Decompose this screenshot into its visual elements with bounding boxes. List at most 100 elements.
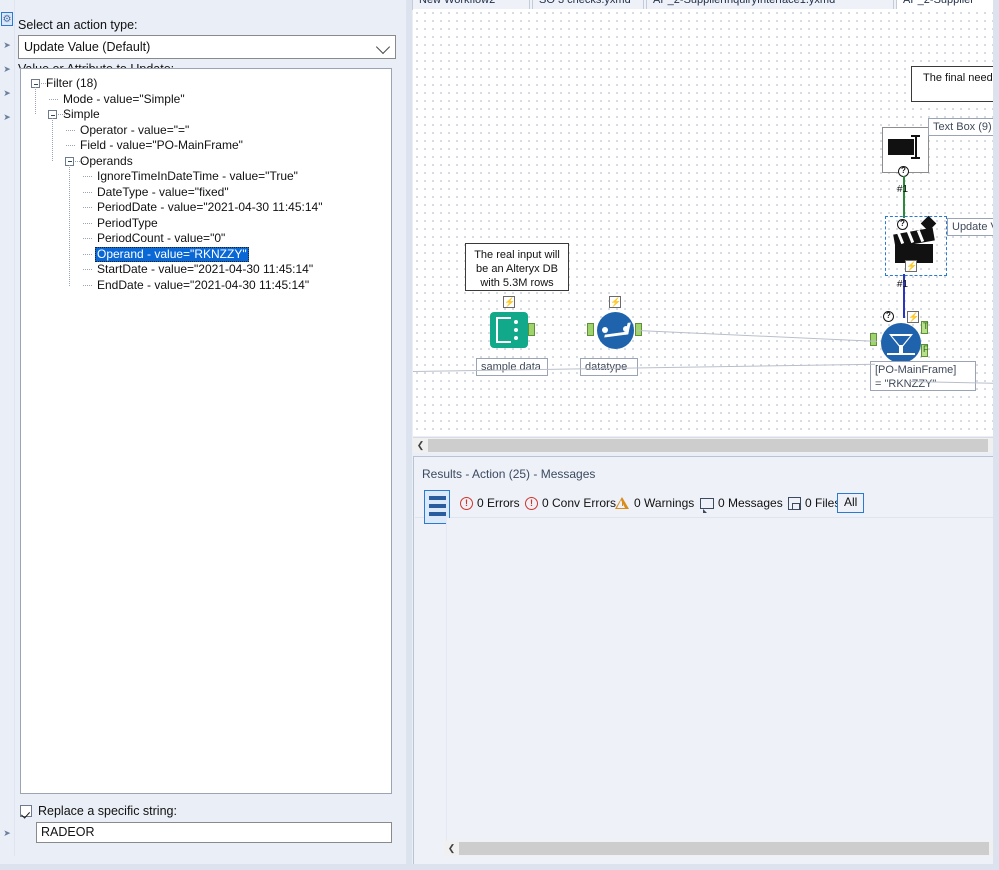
text-box-icon	[888, 139, 914, 155]
false-output-anchor[interactable]: F	[921, 344, 929, 357]
tree-connector	[83, 191, 93, 193]
tree-node[interactable]: Operand - value="RKNZZY"	[21, 246, 391, 262]
chevron-right-icon-3[interactable]: ➤	[1, 86, 13, 100]
note-input[interactable]: The real input will be an Alteryx DB with …	[465, 243, 569, 291]
results-errors-label: 0 Errors	[477, 496, 520, 510]
results-horizontal-scrollbar[interactable]: ❮	[444, 841, 999, 856]
tree-node[interactable]: IgnoreTimeInDateTime - value="True"	[21, 169, 391, 185]
chevron-right-icon-2[interactable]: ➤	[1, 62, 13, 76]
note-line: The real input will	[474, 249, 560, 261]
tree-node[interactable]: PeriodType	[21, 216, 391, 232]
window-right-edge	[993, 0, 999, 870]
caption-line: = "RKNZZY"	[875, 378, 937, 390]
caption-line: [PO-MainFrame]	[875, 364, 957, 376]
tool-container-rail: ⚙ ➤ ➤ ➤ ➤ ➤	[0, 0, 15, 856]
tree-connector	[83, 284, 93, 286]
tree-connector	[83, 207, 93, 208]
workflow-tab-label: AP_2-SupplierInquiryInterface1.yxmd	[653, 0, 836, 6]
chevron-right-icon-4[interactable]: ➤	[1, 110, 13, 124]
workflow-tab[interactable]: SO 3 checks.yxmd	[532, 0, 644, 9]
scroll-thumb[interactable]	[428, 439, 988, 452]
chevron-right-icon-1[interactable]: ➤	[1, 38, 13, 52]
results-warnings-label: 0 Warnings	[634, 496, 695, 510]
chevron-right-icon-5[interactable]: ➤	[1, 826, 13, 840]
canvas-horizontal-scrollbar[interactable]: ❮	[413, 437, 999, 453]
replace-string-checkbox[interactable]	[20, 805, 32, 817]
tool-sample-data[interactable]: ⚡	[487, 296, 535, 352]
workflow-canvas[interactable]: The real input will be an Alteryx DB with …	[413, 9, 999, 436]
results-files[interactable]: 0 Files	[788, 495, 840, 511]
results-filter-all-button[interactable]: All	[837, 493, 865, 513]
tree-node-label: IgnoreTimeInDateTime - value="True"	[97, 169, 298, 183]
tree-node-label: Simple	[63, 107, 100, 121]
results-conv-errors[interactable]: ! 0 Conv Errors	[525, 495, 616, 511]
tree-node[interactable]: Operator - value="="	[21, 123, 391, 139]
results-messages[interactable]: 0 Messages	[700, 495, 783, 513]
tool-action[interactable]: ? ⚡	[885, 215, 947, 276]
input-anchor[interactable]	[587, 323, 594, 336]
results-warnings[interactable]: 0 Warnings	[615, 495, 694, 511]
results-errors[interactable]: ! 0 Errors	[460, 495, 520, 511]
gear-icon[interactable]: ⚙	[1, 12, 13, 26]
note-final[interactable]: The final needs 8 c(on	[911, 66, 999, 102]
tree-node[interactable]: PeriodDate - value="2021-04-30 11:45:14"	[21, 200, 391, 216]
workflow-area: New Workflow2 SO 3 checks.yxmd AP_2-Suppli…	[412, 0, 999, 870]
tree-node-label: PeriodType	[97, 215, 158, 230]
tree-node-label: DateType - value="fixed"	[97, 184, 229, 199]
input-anchor[interactable]	[870, 333, 877, 346]
caption-text-box[interactable]: Text Box (9)	[928, 118, 999, 136]
tree-connector	[83, 176, 93, 177]
action-type-select[interactable]: Update Value (Default)	[18, 35, 396, 59]
results-messages-label: 0 Messages	[718, 496, 783, 510]
action-type-label: Select an action type:	[18, 18, 138, 32]
scroll-left-arrow-icon[interactable]: ❮	[444, 841, 459, 856]
tree-node-label: Field - value="PO-MainFrame"	[80, 138, 243, 152]
true-output-anchor[interactable]: T	[921, 321, 929, 334]
tree-node[interactable]: EndDate - value="2021-04-30 11:45:14"	[21, 278, 391, 294]
scroll-thumb[interactable]	[459, 842, 989, 855]
tool-text-box[interactable]	[882, 127, 929, 173]
error-circle-icon: !	[525, 496, 538, 510]
attribute-tree[interactable]: Filter (18) Mode - value="Simple" Simple Op…	[20, 68, 392, 794]
question-anchor-icon[interactable]: ?	[897, 219, 908, 230]
action-type-value: Update Value (Default)	[24, 40, 151, 54]
lightning-tag-icon: ⚡	[907, 311, 920, 323]
tree-connector	[83, 269, 93, 270]
tree-node[interactable]: PeriodCount - value="0"	[21, 231, 391, 247]
tree-node-label: Filter (18)	[46, 76, 98, 90]
connection-wire-long[interactable]	[636, 330, 877, 342]
lightning-tag-icon: ⚡	[503, 296, 516, 308]
chevron-down-icon	[375, 39, 391, 55]
workflow-tab[interactable]: New Workflow2	[412, 0, 530, 9]
tree-connector	[49, 98, 59, 100]
tree-node[interactable]: Simple	[21, 107, 391, 123]
caption-sample-data[interactable]: sample data	[476, 358, 548, 376]
tree-node[interactable]: Mode - value="Simple"	[21, 92, 391, 108]
tool-datatype[interactable]: ⚡	[587, 296, 642, 352]
tree-node[interactable]: StartDate - value="2021-04-30 11:45:14"	[21, 262, 391, 278]
caption-update-value[interactable]: Update Valu	[947, 218, 999, 236]
workflow-tab[interactable]: AP_2-Supplier	[896, 0, 999, 9]
tree-guide	[35, 87, 36, 115]
tree-guide	[52, 118, 53, 162]
warning-triangle-icon	[615, 496, 630, 510]
tree-guide	[69, 164, 70, 286]
tree-node[interactable]: DateType - value="fixed"	[21, 185, 391, 201]
caption-filter[interactable]: [PO-MainFrame] = "RKNZZY"	[870, 361, 976, 391]
message-bubble-icon	[700, 497, 714, 513]
scroll-left-arrow-icon[interactable]: ❮	[413, 438, 428, 453]
connection-wire[interactable]	[903, 176, 905, 218]
tree-node[interactable]: Field - value="PO-MainFrame"	[21, 138, 391, 154]
tree-node[interactable]: Operands	[21, 154, 391, 170]
output-anchor[interactable]	[528, 323, 535, 336]
replace-string-value: RADEOR	[41, 825, 95, 839]
tree-node[interactable]: Filter (18)	[21, 76, 391, 92]
tool-filter[interactable]: ? ⚡ T F	[870, 311, 935, 363]
tree-node-label: PeriodDate - value="2021-04-30 11:45:14"	[97, 200, 323, 214]
replace-string-input[interactable]: RADEOR	[36, 822, 392, 843]
results-message-list[interactable]	[446, 518, 999, 844]
question-anchor-icon[interactable]: ?	[883, 311, 894, 322]
workflow-tab[interactable]: AP_2-SupplierInquiryInterface1.yxmd	[646, 0, 894, 9]
workflow-tab-label: AP_2-Supplier	[903, 0, 974, 6]
replace-specific-string-row[interactable]: Replace a specific string:	[20, 803, 392, 819]
